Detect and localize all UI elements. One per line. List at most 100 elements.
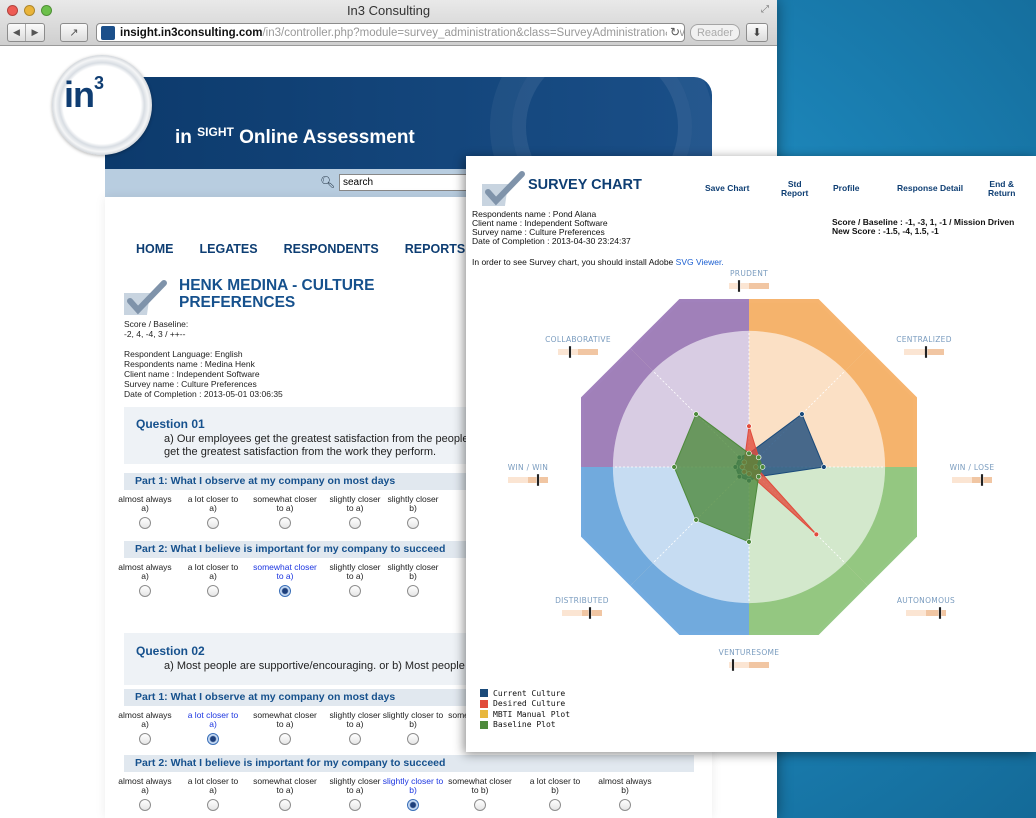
chart-legend: Current Culture Desired Culture MBTI Man… — [480, 688, 570, 730]
option-label: a) — [209, 785, 217, 795]
radio-button[interactable] — [207, 517, 219, 529]
radio-button[interactable] — [474, 799, 486, 811]
answer-option[interactable]: almost always a) — [110, 563, 180, 597]
option-label: to b) — [471, 785, 489, 795]
legend-item: Current Culture — [480, 688, 570, 699]
menu-legates[interactable]: LEGATES — [200, 242, 258, 256]
radio-button[interactable] — [139, 799, 151, 811]
answer-option[interactable]: somewhat closer to a) — [250, 711, 320, 745]
fullscreen-icon[interactable]: ⤢ — [761, 4, 769, 15]
answer-option[interactable]: somewhat closer to a) — [250, 495, 320, 529]
series-point — [693, 411, 699, 417]
answer-option[interactable]: somewhat closer to a) — [250, 563, 320, 597]
radio-button[interactable] — [349, 585, 361, 597]
answer-option[interactable]: somewhat closer to a) — [250, 777, 320, 811]
answer-option[interactable]: a lot closer to a) — [178, 711, 248, 745]
legend-swatch — [480, 689, 488, 698]
radio-button[interactable] — [139, 585, 151, 597]
nav-buttons: ◀ ▶ — [7, 23, 45, 42]
url-path: /in3/controller.php?module=survey_admini… — [262, 26, 685, 39]
reload-icon[interactable]: ↻ — [666, 25, 680, 39]
share-button[interactable]: ↗ — [60, 23, 88, 42]
axis-slider-handle — [588, 606, 592, 620]
radio-button[interactable] — [549, 799, 561, 811]
answer-option[interactable]: a lot closer to a) — [178, 777, 248, 811]
address-bar[interactable]: insight.in3consulting.com/in3/controller… — [96, 23, 685, 42]
option-label: a) — [141, 503, 149, 513]
radio-button[interactable] — [407, 585, 419, 597]
radio-button[interactable] — [349, 733, 361, 745]
radio-button[interactable] — [619, 799, 631, 811]
radio-button[interactable] — [279, 733, 291, 745]
question-title: Question 01 — [136, 417, 205, 431]
axis-slider-handle — [536, 473, 540, 487]
answer-option[interactable]: almost always a) — [110, 777, 180, 811]
answer-option[interactable]: slightly closer to b) — [378, 711, 448, 745]
back-button[interactable]: ◀ — [8, 24, 26, 41]
series-point — [746, 423, 752, 429]
radio-button[interactable] — [207, 585, 219, 597]
answer-option[interactable]: almost alwaysb) — [590, 777, 660, 811]
radio-button[interactable] — [407, 799, 419, 811]
legend-item: MBTI Manual Plot — [480, 709, 570, 720]
survey-chart-popup: SURVEY CHART Save Chart Std Report Profil… — [466, 156, 1036, 752]
radio-button[interactable] — [207, 799, 219, 811]
site-logo[interactable]: in3 — [52, 55, 152, 155]
series-point — [746, 450, 752, 457]
survey-name: Survey name : Culture Preferences — [124, 379, 257, 389]
forward-button[interactable]: ▶ — [26, 24, 44, 41]
radio-button[interactable] — [279, 799, 291, 811]
legend-item: Baseline Plot — [480, 720, 570, 731]
score-baseline: Score / Baseline: -2, 4, -4, 3 / ++-- — [124, 319, 189, 339]
client-name: Client name : Independent Software — [124, 369, 260, 379]
reader-button[interactable]: Reader — [690, 24, 740, 41]
answer-option[interactable]: slightly closer b) — [378, 495, 448, 529]
answer-option[interactable]: almost always a) — [110, 495, 180, 529]
radio-button[interactable] — [407, 733, 419, 745]
option-label: b) — [409, 503, 417, 513]
axis-label: DISTRIBUTED — [555, 596, 609, 605]
menu-home[interactable]: HOME — [136, 242, 174, 256]
menu-reports[interactable]: REPORTS — [405, 242, 465, 256]
part-heading: Part 2: What I believe is important for … — [124, 755, 694, 772]
answer-option[interactable]: slightly closer to b) — [378, 777, 448, 811]
radio-button[interactable] — [139, 733, 151, 745]
checkmark-icon — [124, 280, 167, 315]
series-point — [693, 517, 699, 523]
radio-button[interactable] — [139, 517, 151, 529]
axis-label: COLLABORATIVE — [545, 335, 611, 344]
option-label: to a) — [276, 503, 294, 513]
legend-swatch — [480, 710, 488, 719]
answer-option[interactable]: a lot closer tob) — [520, 777, 590, 811]
series-point — [813, 531, 820, 538]
series-point — [746, 539, 752, 545]
downloads-icon[interactable]: ⬇ — [746, 23, 768, 42]
option-label: to a) — [276, 719, 294, 729]
series-point — [799, 411, 805, 417]
search-input[interactable] — [339, 174, 469, 191]
answer-option[interactable]: somewhat closerto b) — [445, 777, 515, 811]
answer-option[interactable]: almost always a) — [110, 711, 180, 745]
radio-button[interactable] — [407, 517, 419, 529]
option-label: a) — [209, 503, 217, 513]
search-icon: 🔍︎ — [320, 175, 336, 189]
axis-slider-fill — [508, 477, 528, 483]
axis-label: AUTONOMOUS — [897, 596, 955, 605]
radio-button[interactable] — [349, 517, 361, 529]
legend-item: Desired Culture — [480, 699, 570, 710]
series-point — [755, 473, 762, 480]
series-point — [821, 464, 827, 470]
series-point — [671, 464, 677, 470]
menu-respondents[interactable]: RESPONDENTS — [284, 242, 379, 256]
axis-slider-handle — [938, 606, 942, 620]
option-label: a) — [141, 785, 149, 795]
radio-button[interactable] — [207, 733, 219, 745]
axis-label: VENTURESOME — [719, 648, 780, 657]
radio-button[interactable] — [279, 517, 291, 529]
answer-option[interactable]: a lot closer to a) — [178, 563, 248, 597]
answer-option[interactable]: slightly closer b) — [378, 563, 448, 597]
option-label: b) — [551, 785, 559, 795]
answer-option[interactable]: a lot closer to a) — [178, 495, 248, 529]
radio-button[interactable] — [349, 799, 361, 811]
radio-button[interactable] — [279, 585, 291, 597]
